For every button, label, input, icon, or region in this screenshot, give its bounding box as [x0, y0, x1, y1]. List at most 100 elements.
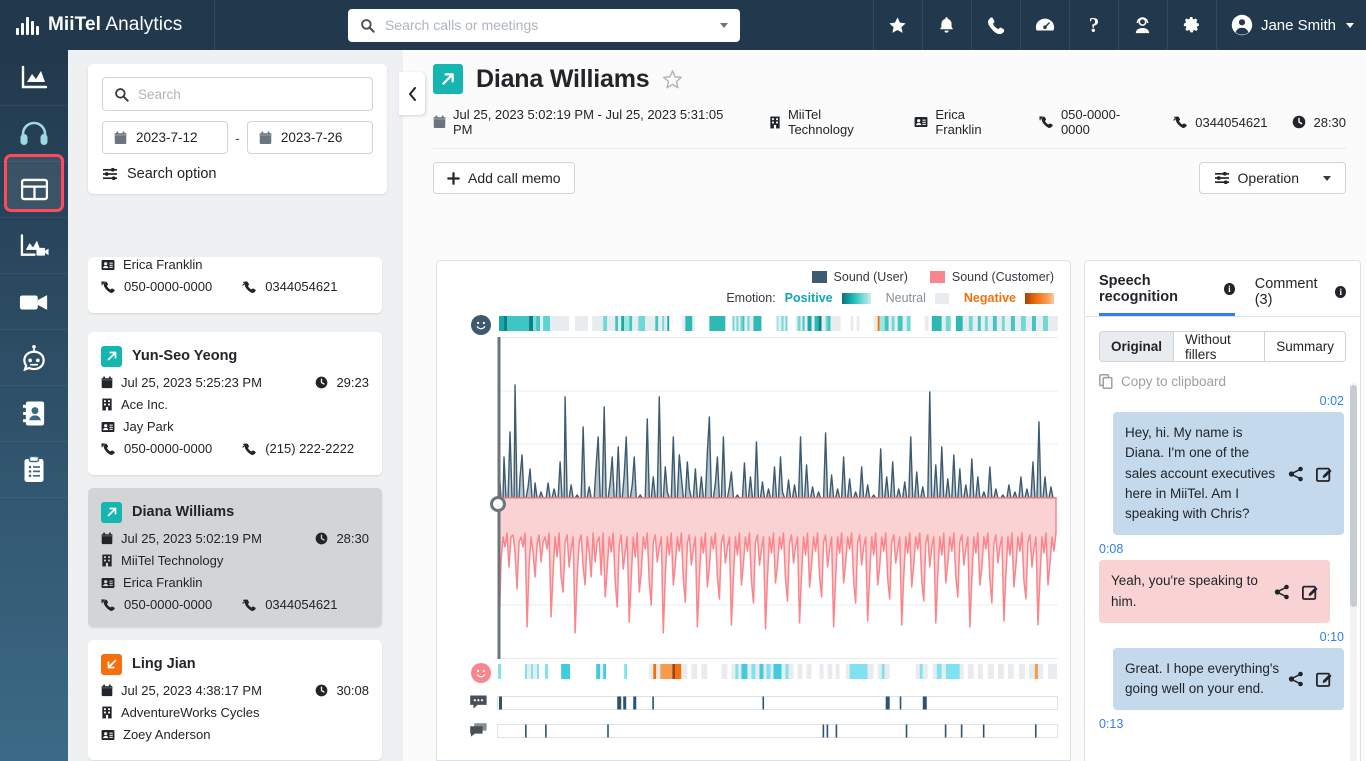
- call-duration-group: 28:30: [315, 531, 369, 547]
- search-option-toggle[interactable]: Search option: [102, 166, 373, 182]
- message-timestamp[interactable]: 0:02: [1099, 394, 1344, 408]
- contact-icon: [914, 116, 928, 128]
- transcript-message-user[interactable]: Great. I hope everything's going well on…: [1113, 648, 1344, 711]
- phone-from-group: 050-0000-0000: [101, 279, 212, 295]
- edit-icon[interactable]: [1316, 671, 1332, 687]
- transcript-scrollbar-thumb[interactable]: [1350, 385, 1357, 607]
- agent-headset-icon[interactable]: [1118, 0, 1167, 50]
- legend-sound-user: Sound (User): [812, 270, 908, 284]
- call-duration: 30:08: [336, 683, 369, 699]
- sidebar-item-table[interactable]: [0, 162, 68, 218]
- sidebar-item-dashboard[interactable]: [0, 50, 68, 106]
- date-range-separator: -: [235, 130, 240, 146]
- legend-sound-user-label: Sound (User): [834, 270, 908, 284]
- list-search-box[interactable]: [102, 77, 373, 111]
- message-actions: [1288, 671, 1332, 687]
- info-icon[interactable]: i: [1224, 283, 1235, 295]
- search-icon: [360, 18, 375, 33]
- legend-sound-customer: Sound (Customer): [930, 270, 1054, 284]
- star-icon[interactable]: [873, 0, 922, 50]
- date-from-input[interactable]: 2023-7-12: [102, 121, 228, 154]
- silence-track[interactable]: [497, 724, 1058, 738]
- transcript-messages[interactable]: 0:02 Hey, hi. My name is Diana. I'm one …: [1085, 387, 1360, 761]
- call-company-row: Ace Inc.: [101, 397, 369, 413]
- phone-to: (215) 222-2222: [265, 441, 354, 457]
- customer-emotion-track[interactable]: [497, 664, 1058, 678]
- outgoing-call-icon: [1039, 116, 1054, 129]
- collapse-panel-button[interactable]: [399, 72, 425, 115]
- tab-speech-recognition[interactable]: Speech recognition i: [1099, 273, 1235, 316]
- edit-icon[interactable]: [1302, 584, 1318, 600]
- legend-swatch-customer: [930, 271, 945, 283]
- call-list-scroll[interactable]: Erica Franklin 050-0000-0000 0344054621: [88, 255, 451, 761]
- message-timestamp[interactable]: 0:10: [1099, 630, 1344, 644]
- info-icon[interactable]: i: [1335, 286, 1346, 298]
- call-contact: Zoey Anderson: [123, 727, 210, 743]
- list-item[interactable]: Ling Jian Jul 25, 2023 4:38:17 PM 30:08: [88, 640, 382, 761]
- operation-button[interactable]: Operation: [1199, 162, 1346, 194]
- calendar-icon: [259, 131, 272, 145]
- gear-icon[interactable]: [1167, 0, 1216, 50]
- sliders-icon: [1214, 171, 1230, 185]
- share-icon[interactable]: [1288, 671, 1304, 687]
- bell-icon[interactable]: [922, 0, 971, 50]
- speedometer-icon[interactable]: [1020, 0, 1069, 50]
- calendar-icon: [433, 115, 446, 129]
- star-outline-icon[interactable]: [662, 69, 683, 90]
- contact-icon: [101, 729, 115, 741]
- user-menu[interactable]: Jane Smith: [1216, 0, 1366, 50]
- sidebar-item-bot[interactable]: [0, 330, 68, 386]
- user-emotion-track[interactable]: [497, 316, 1058, 331]
- brand-bold: MiiTel: [48, 14, 101, 35]
- tab-comment[interactable]: Comment (3) i: [1255, 276, 1346, 316]
- search-input[interactable]: [385, 17, 710, 33]
- building-icon: [101, 554, 113, 567]
- chevron-down-icon[interactable]: [1346, 23, 1354, 28]
- chevron-down-icon[interactable]: [720, 23, 728, 28]
- message-text: Hey, hi. My name is Diana. I'm one of th…: [1125, 423, 1288, 524]
- sidebar-item-calls[interactable]: [0, 106, 68, 162]
- detail-meta-row: Jul 25, 2023 5:02:19 PM - Jul 25, 2023 5…: [433, 107, 1346, 149]
- segment-original[interactable]: Original: [1099, 331, 1174, 362]
- sidebar-item-reports[interactable]: [0, 442, 68, 498]
- message-timestamp[interactable]: 0:13: [1099, 717, 1344, 731]
- call-duration-group: 30:08: [315, 683, 369, 699]
- playhead-handle[interactable]: [490, 496, 506, 512]
- chevron-left-icon: [408, 87, 417, 101]
- segment-summary[interactable]: Summary: [1265, 331, 1346, 362]
- message-timestamp[interactable]: 0:08: [1099, 542, 1344, 556]
- list-item[interactable]: Diana Williams Jul 25, 2023 5:02:19 PM 2…: [88, 488, 382, 627]
- help-icon[interactable]: ?: [1069, 0, 1118, 50]
- phone-to-group: 0344054621: [242, 279, 337, 295]
- chart-plot-area[interactable]: [449, 315, 1058, 730]
- calendar-icon: [101, 684, 113, 697]
- list-item[interactable]: Yun-Seo Yeong Jul 25, 2023 5:25:23 PM 29…: [88, 332, 382, 475]
- segment-without-fillers[interactable]: Without fillers: [1174, 331, 1265, 362]
- transcript-message-user[interactable]: Hey, hi. My name is Diana. I'm one of th…: [1113, 412, 1344, 535]
- edit-icon[interactable]: [1316, 466, 1332, 482]
- search-input[interactable]: [138, 87, 361, 102]
- add-call-memo-button[interactable]: Add call memo: [433, 162, 575, 194]
- phone-icon[interactable]: [971, 0, 1020, 50]
- phone-to: 0344054621: [265, 597, 337, 613]
- sound-waveform-plot[interactable]: [497, 337, 1058, 659]
- call-phones-row: 050-0000-0000 (215) 222-2222: [101, 441, 369, 457]
- sidebar-item-contacts[interactable]: [0, 386, 68, 442]
- global-search-box[interactable]: [348, 9, 740, 42]
- share-icon[interactable]: [1274, 584, 1290, 600]
- sidebar-item-meeting-analytics[interactable]: [0, 218, 68, 274]
- legend-positive-label: Positive: [785, 291, 833, 305]
- search-icon: [114, 87, 129, 102]
- emotion-legend-row: Emotion: Positive Neutral Negative: [437, 291, 1054, 305]
- sidebar-item-meetings[interactable]: [0, 274, 68, 330]
- call-company: MiiTel Technology: [121, 553, 223, 569]
- call-datetime-row: Jul 25, 2023 5:25:23 PM 29:23: [101, 375, 369, 391]
- calendar-icon: [101, 532, 113, 545]
- list-item[interactable]: Erica Franklin 050-0000-0000 0344054621: [88, 257, 382, 313]
- call-datetime-row: Jul 25, 2023 5:02:19 PM 28:30: [101, 531, 369, 547]
- date-to-input[interactable]: 2023-7-26: [247, 121, 373, 154]
- contact-name: Erica Franklin: [123, 257, 202, 273]
- transcript-message-customer[interactable]: Yeah, you're speaking to him.: [1099, 560, 1330, 623]
- overtalk-track[interactable]: [497, 696, 1058, 710]
- share-icon[interactable]: [1288, 466, 1304, 482]
